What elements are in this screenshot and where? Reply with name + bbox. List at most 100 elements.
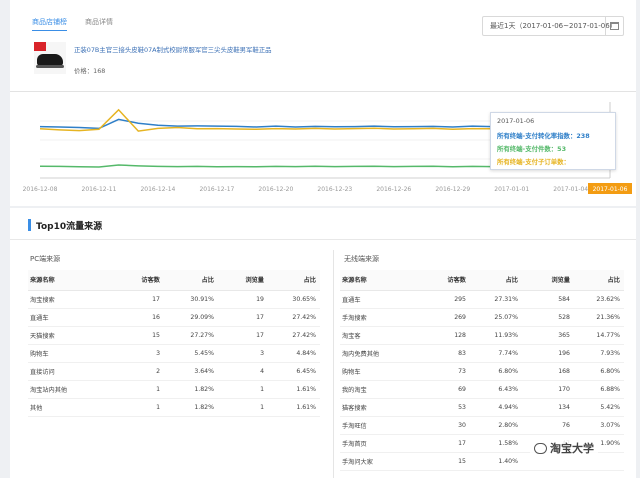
table-cell: 14.77% — [574, 326, 624, 345]
watermark-text: 淘宝大学 — [550, 442, 594, 455]
table-cell: 168 — [522, 362, 574, 381]
table-cell: 1 — [218, 398, 268, 417]
table-row[interactable]: 手淘搜索 269 25.07% 528 21.36% — [340, 308, 624, 327]
table-cell: 6.88% — [574, 380, 624, 399]
table-cell: 17 — [218, 308, 268, 327]
table-cell: 295 — [420, 290, 470, 309]
table-cell: 76 — [522, 416, 574, 435]
column-header: 占比 — [268, 270, 320, 291]
table-cell: 3 — [218, 344, 268, 363]
table-cell: 27.27% — [164, 326, 218, 345]
table-row[interactable]: 我的淘宝 69 6.43% 170 6.88% — [340, 380, 624, 399]
table-cell: 1.61% — [268, 398, 320, 417]
source-name: 淘内免费其他 — [340, 344, 420, 363]
page: 商品店铺榜 商品详情 最近1天（2017-01-06~2017-01-06） 正… — [0, 0, 640, 478]
product-price: 价格：168 — [74, 67, 106, 75]
column-header: 占比 — [470, 270, 522, 291]
source-name: 购物车 — [340, 362, 420, 381]
column-header: 占比 — [164, 270, 218, 291]
table-cell: 7.93% — [574, 344, 624, 363]
x-tick-label: 2016-12-17 — [199, 186, 234, 193]
source-name: 直接访问 — [28, 362, 114, 381]
x-tick-label: 2016-12-20 — [258, 186, 293, 193]
table-row[interactable]: 淘宝站内其他 1 1.82% 1 1.61% — [28, 380, 320, 399]
table-cell: 53 — [420, 398, 470, 417]
table-row[interactable]: 购物车 3 5.45% 3 4.84% — [28, 344, 320, 363]
column-header: 占比 — [574, 270, 624, 291]
table-cell: 3.64% — [164, 362, 218, 381]
table-row[interactable]: 淘宝客 128 11.93% 365 14.77% — [340, 326, 624, 345]
table-cell: 2 — [114, 362, 164, 381]
chart-tooltip: 2017-01-06 所有终端-支付转化率指数：238 所有终端-支付件数：53… — [490, 112, 616, 170]
tab-product-shop-rank[interactable]: 商品店铺榜 — [32, 17, 67, 31]
table-cell: 25.07% — [470, 308, 522, 327]
product-badge-icon — [34, 42, 46, 51]
trend-chart-card: 2016-12-08 2016-12-11 2016-12-14 2016-12-17… — [10, 92, 636, 206]
tooltip-row-items: 所有终端-支付件数：53 — [497, 145, 567, 153]
tooltip-date: 2017-01-06 — [497, 117, 535, 125]
product-thumbnail[interactable] — [34, 42, 66, 74]
source-name: 淘宝站内其他 — [28, 380, 114, 399]
product-tabs: 商品店铺榜 商品详情 — [32, 17, 113, 31]
table-row[interactable]: 淘宝搜索 17 30.91% 19 30.65% — [28, 290, 320, 309]
table-cell: 128 — [420, 326, 470, 345]
table-row[interactable]: 手淘旺信 30 2.80% 76 3.07% — [340, 416, 624, 435]
table-cell: 19 — [218, 290, 268, 309]
calendar-icon[interactable] — [605, 17, 623, 35]
table-cell: 5.45% — [164, 344, 218, 363]
table-row[interactable]: 天猫搜索 15 27.27% 17 27.42% — [28, 326, 320, 345]
table-cell: 1 — [114, 398, 164, 417]
table-cell: 29.09% — [164, 308, 218, 327]
wechat-icon — [534, 442, 547, 454]
table-cell: 170 — [522, 380, 574, 399]
x-tick-label: 2017-01-06 — [593, 186, 628, 193]
x-tick-label: 2016-12-08 — [23, 186, 58, 193]
table-cell: 6.43% — [470, 380, 522, 399]
pc-table-title: PC端来源 — [30, 255, 61, 263]
pc-source-table: 来源名称 访客数 占比 浏览量 占比 淘宝搜索 17 30.91% 19 30.65% 直通车 16 2… — [28, 270, 320, 417]
table-cell: 3.07% — [574, 416, 624, 435]
section-title: Top10流量来源 — [36, 222, 103, 232]
table-cell: 1 — [114, 380, 164, 399]
table-cell: 6.80% — [470, 362, 522, 381]
table-cell: 1.40% — [470, 452, 522, 471]
table-cell: 30.65% — [268, 290, 320, 309]
table-cell: 17 — [218, 326, 268, 345]
column-divider — [333, 250, 334, 478]
tab-product-detail[interactable]: 商品详情 — [85, 17, 113, 31]
table-cell: 269 — [420, 308, 470, 327]
table-cell: 1.61% — [268, 380, 320, 399]
watermark: 淘宝大学 — [530, 438, 598, 458]
table-cell: 2.80% — [470, 416, 522, 435]
table-cell: 23.62% — [574, 290, 624, 309]
source-name: 手淘问大家 — [340, 452, 420, 471]
source-name: 其他 — [28, 398, 114, 417]
section-header: Top10流量来源 — [10, 208, 636, 240]
source-name: 淘宝搜索 — [28, 290, 114, 309]
x-tick-label: 2016-12-23 — [317, 186, 352, 193]
table-cell: 16 — [114, 308, 164, 327]
table-cell: 17 — [114, 290, 164, 309]
table-row[interactable]: 淘内免费其他 83 7.74% 196 7.93% — [340, 344, 624, 363]
column-header: 浏览量 — [218, 270, 268, 291]
column-header: 来源名称 — [340, 270, 420, 291]
table-cell: 1 — [218, 380, 268, 399]
column-header: 访客数 — [114, 270, 164, 291]
date-range-picker[interactable]: 最近1天（2017-01-06~2017-01-06） — [482, 16, 624, 36]
table-cell: 11.93% — [470, 326, 522, 345]
x-tick-label: 2016-12-11 — [82, 186, 117, 193]
table-cell: 4.94% — [470, 398, 522, 417]
table-row[interactable]: 直通车 16 29.09% 17 27.42% — [28, 308, 320, 327]
table-row[interactable]: 猫客搜索 53 4.94% 134 5.42% — [340, 398, 624, 417]
table-row[interactable]: 其他 1 1.82% 1 1.61% — [28, 398, 320, 417]
product-title-link[interactable]: 正装07B主官三接头皮鞋07A制式校尉常服军官三尖头皮鞋男军鞋正品 — [74, 45, 272, 54]
table-cell: 1.58% — [470, 434, 522, 453]
x-tick-label: 2016-12-26 — [376, 186, 411, 193]
table-cell: 3 — [114, 344, 164, 363]
table-row[interactable]: 直通车 295 27.31% 584 23.62% — [340, 290, 624, 309]
table-row[interactable]: 直接访问 2 3.64% 4 6.45% — [28, 362, 320, 381]
table-row[interactable]: 购物车 73 6.80% 168 6.80% — [340, 362, 624, 381]
table-cell: 27.42% — [268, 308, 320, 327]
table-cell: 584 — [522, 290, 574, 309]
table-cell: 1.82% — [164, 398, 218, 417]
